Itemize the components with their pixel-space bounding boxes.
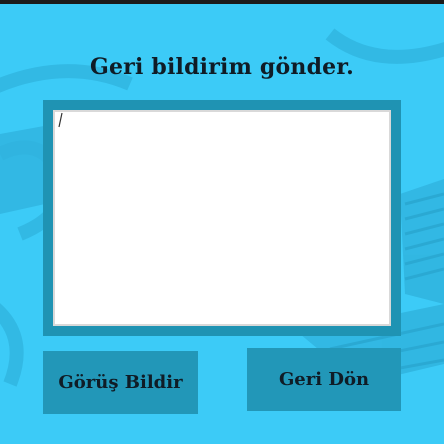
feedback-screen: Geri bildirim gönder. Görüş Bildir Geri …	[0, 0, 444, 444]
back-button[interactable]: Geri Dön	[247, 348, 401, 411]
feedback-textarea[interactable]	[53, 110, 391, 326]
submit-feedback-button[interactable]: Görüş Bildir	[43, 351, 198, 414]
page-title: Geri bildirim gönder.	[90, 54, 354, 80]
text-caret-icon	[58, 112, 63, 128]
